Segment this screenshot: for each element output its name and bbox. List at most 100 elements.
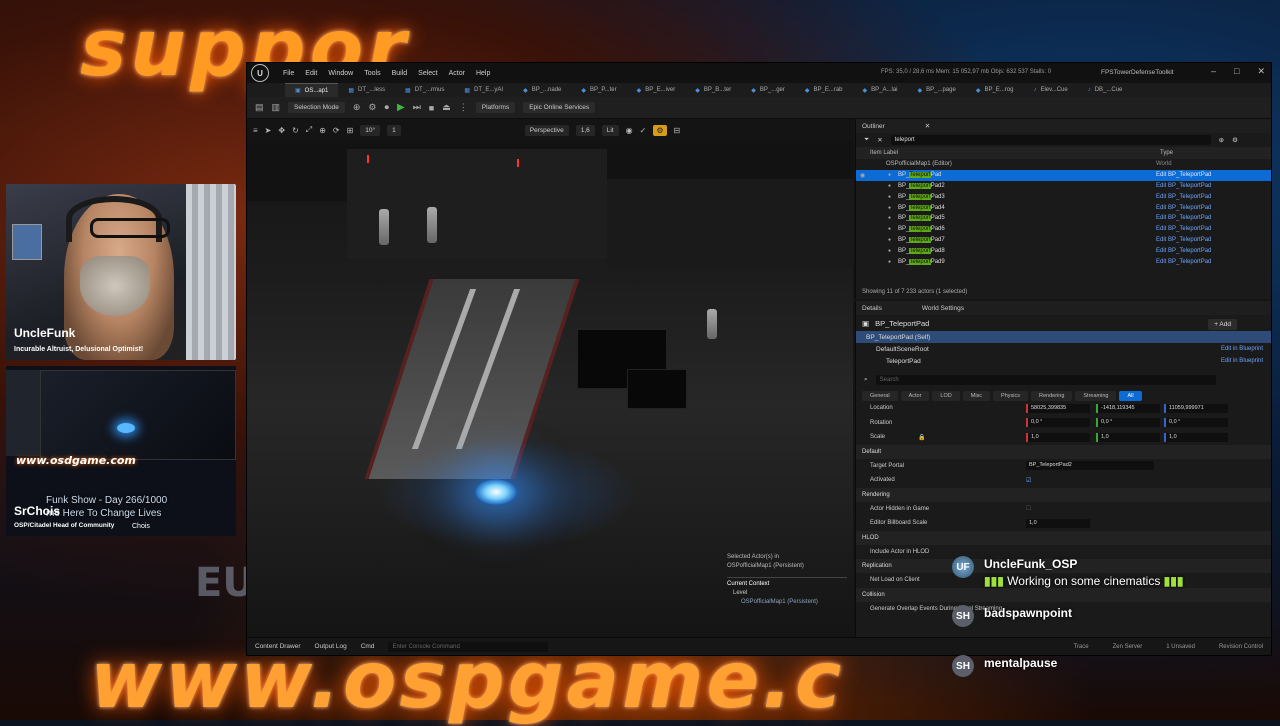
edit-blueprint-link[interactable]: Edit BP_TeleportPad	[1156, 215, 1211, 221]
filter-rendering[interactable]: Rendering	[1031, 391, 1073, 401]
tab-asset[interactable]: ◆ BP_...ger	[741, 83, 795, 97]
outliner-row[interactable]: ● BP_TeleportPad5 Edit BP_TeleportPad	[856, 213, 1271, 224]
filter-all[interactable]: All	[1119, 391, 1142, 401]
tab-asset[interactable]: ♪ Elev...Cue	[1023, 83, 1077, 97]
location-z-field[interactable]: 11059,999971	[1164, 403, 1228, 413]
level-dropdown[interactable]: OSPofficialMap1 (Persistent)	[727, 598, 847, 607]
add-component-button[interactable]: + Add	[1208, 319, 1237, 330]
step-icon[interactable]: ⏭	[413, 102, 421, 113]
blueprint-menu-icon[interactable]: ⚙	[368, 102, 376, 113]
rotation-z-field[interactable]: 0,0 °	[1164, 418, 1228, 428]
layout-icon[interactable]: ⊟	[674, 126, 681, 135]
section-collision[interactable]: Collision	[856, 587, 1271, 602]
filter-physics[interactable]: Physics	[993, 391, 1028, 401]
eject-icon[interactable]: ⏏	[442, 102, 451, 113]
edit-blueprint-link[interactable]: Edit BP_TeleportPad	[1156, 248, 1211, 254]
filter-actor[interactable]: Actor	[900, 391, 930, 401]
menu-window[interactable]: Window	[328, 70, 353, 77]
realtime-icon[interactable]: ✓	[640, 126, 647, 135]
filter-lod[interactable]: LOD	[932, 391, 960, 401]
menu-tools[interactable]: Tools	[364, 70, 380, 77]
tab-asset[interactable]: ◆ BP_B...ter	[685, 83, 741, 97]
settings-icon[interactable]: ⚙	[1232, 136, 1238, 144]
details-tab[interactable]: Details	[862, 305, 882, 312]
level-viewport[interactable]: ≡ ➤ ✥ ↻ ⤢ ⊕ ⟳ ⊞ 10° 1 Perspective 1,6 Li…	[247, 119, 853, 639]
rotate-icon[interactable]: ↻	[292, 126, 299, 135]
scale-icon[interactable]: ⤢	[306, 125, 312, 135]
tab-asset[interactable]: ▦ DT_...rmus	[395, 83, 454, 97]
play-icon[interactable]: ▶	[397, 102, 405, 113]
outliner-row[interactable]: ● BP_TeleportPad3 Edit BP_TeleportPad	[856, 191, 1271, 202]
filter-icon[interactable]: ⏷	[864, 136, 869, 144]
edit-in-blueprint-link[interactable]: Edit in Blueprint	[1221, 346, 1263, 352]
grid-snap-icon[interactable]: ⊞	[347, 126, 354, 135]
close-icon[interactable]: ✕	[925, 122, 930, 130]
tab-level[interactable]: ▣ OS...ap1	[285, 83, 339, 97]
epic-online-services-dropdown[interactable]: Epic Online Services	[523, 102, 596, 113]
rotation-snap-value[interactable]: 10°	[360, 124, 381, 136]
unreal-logo-icon[interactable]: U	[251, 64, 269, 82]
rotation-y-field[interactable]: 0,0 °	[1096, 418, 1160, 428]
col-item-label[interactable]: Item Label	[870, 150, 898, 156]
menu-help[interactable]: Help	[476, 70, 490, 77]
revision-control-button[interactable]: Revision Control	[1219, 644, 1263, 650]
trace-button[interactable]: Trace	[1073, 644, 1088, 650]
menu-build[interactable]: Build	[392, 70, 408, 77]
unsaved-button[interactable]: 1 Unsaved	[1166, 644, 1195, 650]
lock-icon[interactable]: 🔒	[918, 434, 925, 441]
scale-z-field[interactable]: 1,0	[1164, 432, 1228, 442]
edit-blueprint-link[interactable]: Edit BP_TeleportPad	[1156, 205, 1211, 211]
menu-actor[interactable]: Actor	[449, 70, 465, 77]
hidden-in-game-checkbox[interactable]: ☐	[1026, 505, 1031, 512]
outliner-row[interactable]: ● BP_TeleportPad2 Edit BP_TeleportPad	[856, 181, 1271, 192]
cinematics-icon[interactable]: ⏺	[384, 102, 389, 113]
tab-asset[interactable]: ◆ BP_A...lai	[853, 83, 908, 97]
outliner-world-row[interactable]: OSPofficialMap1 (Editor) World	[856, 159, 1271, 170]
maximize-icon[interactable]: □	[1234, 66, 1239, 77]
translate-icon[interactable]: ✥	[278, 126, 285, 135]
edit-blueprint-link[interactable]: Edit BP_TeleportPad	[1156, 194, 1211, 200]
tab-asset[interactable]: ◆ BP_P...ter	[571, 83, 626, 97]
menu-select[interactable]: Select	[418, 70, 437, 77]
section-rendering[interactable]: Rendering	[856, 487, 1271, 502]
save-icon[interactable]: ▤	[255, 102, 264, 113]
outliner-row[interactable]: ● BP_TeleportPad7 Edit BP_TeleportPad	[856, 235, 1271, 246]
section-default[interactable]: Default	[856, 444, 1271, 459]
scale-snap-value[interactable]: 1	[387, 124, 401, 136]
outliner-row[interactable]: ● BP_TeleportPad4 Edit BP_TeleportPad	[856, 202, 1271, 213]
viewport-menu-icon[interactable]: ≡	[253, 126, 258, 135]
select-icon[interactable]: ➤	[265, 126, 272, 135]
stop-icon[interactable]: ■	[429, 103, 434, 113]
clear-search-icon[interactable]: ✕	[877, 136, 882, 144]
target-portal-dropdown[interactable]: BP_TeleportPad2	[1026, 461, 1154, 471]
filter-misc[interactable]: Misc	[962, 391, 991, 401]
outliner-search-input[interactable]: teleport	[890, 135, 1211, 145]
derived-data-button[interactable]: Zen Server	[1113, 644, 1143, 650]
world-local-icon[interactable]: ⊕	[319, 126, 326, 135]
content-browser-icon[interactable]: ▥	[272, 102, 281, 113]
selection-mode-dropdown[interactable]: Selection Mode	[288, 102, 345, 113]
more-options-icon[interactable]: ⋮	[459, 102, 468, 113]
menu-edit[interactable]: Edit	[305, 70, 317, 77]
add-actor-icon[interactable]: ⊕	[353, 102, 361, 113]
filter-streaming[interactable]: Streaming	[1075, 391, 1117, 401]
filter-general[interactable]: General	[862, 391, 898, 401]
component-row[interactable]: BP_TeleportPad (Self)	[856, 331, 1271, 343]
edit-blueprint-link[interactable]: Edit BP_TeleportPad	[1156, 183, 1211, 189]
outliner-row[interactable]: ◉ ● BP_TeleportPad Edit BP_TeleportPad	[856, 169, 1271, 181]
tab-asset[interactable]: ♪ DB_...Cue	[1078, 83, 1133, 97]
visibility-eye-icon[interactable]: ◉	[860, 172, 865, 179]
outliner-row[interactable]: ● BP_TeleportPad8 Edit BP_TeleportPad	[856, 245, 1271, 256]
minimize-icon[interactable]: –	[1211, 66, 1216, 77]
edit-blueprint-link[interactable]: Edit BP_TeleportPad	[1156, 172, 1211, 178]
platforms-dropdown[interactable]: Platforms	[475, 102, 516, 113]
scale-x-field[interactable]: 1,0	[1026, 432, 1090, 442]
add-filter-icon[interactable]: ⊕	[1219, 136, 1224, 144]
details-search-input[interactable]: Search	[875, 375, 1216, 385]
edit-blueprint-link[interactable]: Edit BP_TeleportPad	[1156, 259, 1211, 265]
surface-snap-icon[interactable]: ⟳	[333, 126, 340, 135]
menu-file[interactable]: File	[283, 70, 294, 77]
tab-asset[interactable]: ◆ BP_E...rog	[966, 83, 1024, 97]
tab-asset[interactable]: ◆ BP_E...iver	[627, 83, 686, 97]
content-drawer-button[interactable]: Content Drawer	[255, 643, 301, 650]
